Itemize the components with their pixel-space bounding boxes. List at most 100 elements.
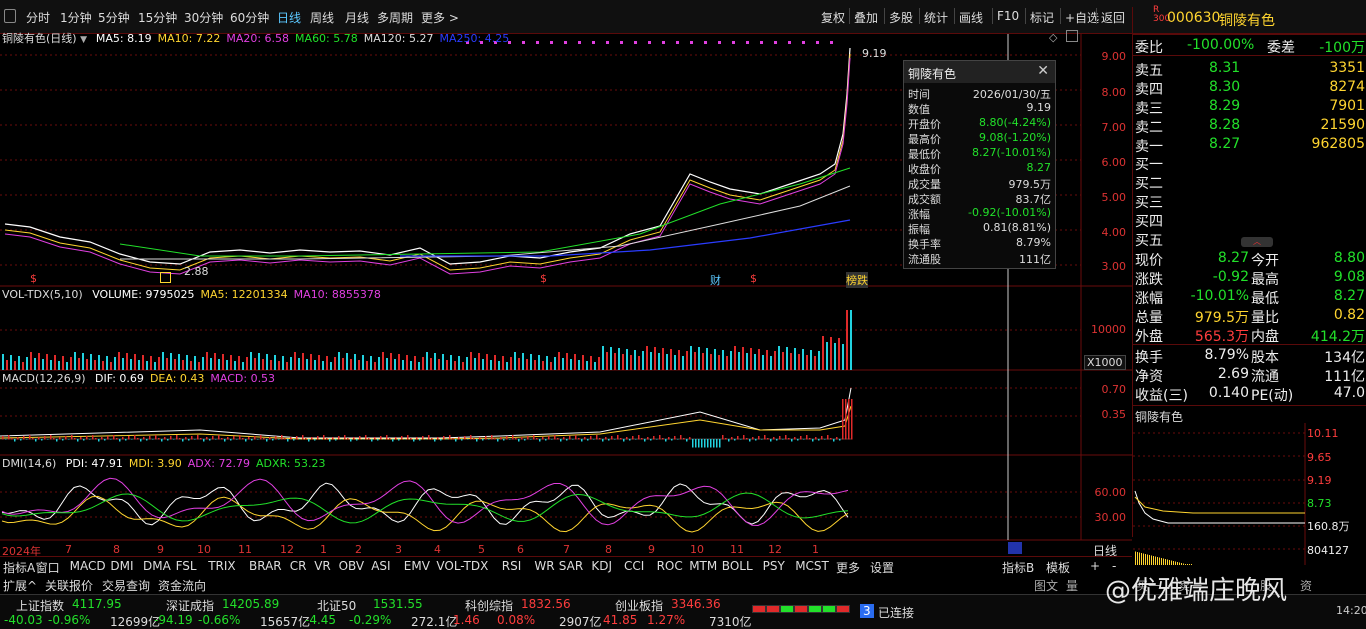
indicator-tab-5[interactable]: FSL	[176, 559, 197, 573]
indicator-tab-18[interactable]: CCI	[624, 559, 644, 573]
macd-bar	[746, 438, 748, 440]
indicator-tab-23[interactable]: MCST	[795, 559, 829, 573]
macd-bar	[446, 439, 448, 440]
period-tab-1[interactable]: 1分钟	[60, 9, 92, 26]
event-marker[interactable]: $	[30, 272, 37, 285]
macd-bar	[2, 436, 4, 440]
connection-status[interactable]: 已连接	[878, 604, 914, 621]
indicator-right-2[interactable]: +	[1090, 559, 1100, 573]
macd-bar	[296, 436, 298, 440]
bid-row[interactable]: 买二	[1133, 172, 1366, 192]
indicator-right-0[interactable]: 指标B	[1002, 559, 1034, 576]
index-name[interactable]: 创业板指	[615, 597, 663, 614]
scroll-marker[interactable]	[1008, 542, 1022, 554]
indicator-tab-17[interactable]: KDJ	[591, 559, 612, 573]
indicator-tab-15[interactable]: WR	[534, 559, 554, 573]
period-tab-7[interactable]: 周线	[310, 9, 334, 26]
chart-area[interactable]: 铜陵有色(日线) ▼ MA5: 8.19 MA10: 7.22 MA20: 6.58…	[0, 30, 1132, 558]
event-marker[interactable]: $	[540, 272, 547, 285]
ext-right-tab-0[interactable]: 图文	[1034, 577, 1058, 594]
toolbar-button-3[interactable]: 统计	[924, 9, 948, 26]
collapse-icon[interactable]	[1066, 30, 1078, 42]
ext-right-tab-5[interactable]: 资	[1300, 577, 1312, 594]
indicator-tab-8[interactable]: CR	[290, 559, 307, 573]
dropdown-icon[interactable]: ▼	[80, 35, 90, 45]
indicator-tab-12[interactable]: EMV	[404, 559, 430, 573]
macd-bar	[761, 439, 763, 440]
period-tab-9[interactable]: 多周期	[377, 9, 413, 26]
period-tab-8[interactable]: 月线	[345, 9, 369, 26]
note-icon[interactable]	[160, 272, 171, 283]
period-tab-5[interactable]: 60分钟	[230, 9, 269, 26]
ask-row[interactable]: 卖五 8.31 3351	[1133, 59, 1366, 79]
volume-bar	[758, 349, 760, 370]
toolbar-button-2[interactable]: 多股	[889, 9, 913, 26]
volume-bar	[78, 358, 80, 370]
bid-row[interactable]: 买四	[1133, 210, 1366, 230]
menu-icon[interactable]	[4, 9, 16, 23]
ext-tab-3[interactable]: 资金流向	[158, 577, 206, 594]
indicator-tab-21[interactable]: BOLL	[722, 559, 753, 573]
ext-tab-0[interactable]: 扩展^	[3, 577, 37, 594]
period-tab-3[interactable]: 15分钟	[138, 9, 177, 26]
indicator-right-1[interactable]: 模板	[1046, 559, 1070, 576]
toolbar-button-6[interactable]: 标记	[1030, 9, 1054, 26]
indicator-tab-25[interactable]: 设置	[870, 559, 894, 576]
indicator-tab-2[interactable]: MACD	[70, 559, 106, 573]
indicator-tab-16[interactable]: SAR	[559, 559, 583, 573]
toolbar-button-0[interactable]: 复权	[821, 9, 845, 26]
indicator-tab-13[interactable]: VOL-TDX	[436, 559, 488, 573]
ext-right-tab-1[interactable]: 量	[1066, 577, 1078, 594]
ask-row[interactable]: 卖三 8.29 7901	[1133, 97, 1366, 117]
bid-row[interactable]: 买三	[1133, 191, 1366, 211]
indicator-tab-22[interactable]: PSY	[763, 559, 785, 573]
indicator-tab-19[interactable]: ROC	[657, 559, 683, 573]
indicator-tab-14[interactable]: RSI	[502, 559, 522, 573]
indicator-tab-11[interactable]: ASI	[371, 559, 390, 573]
indicator-tab-6[interactable]: TRIX	[208, 559, 235, 573]
period-tab-2[interactable]: 5分钟	[98, 9, 130, 26]
index-name[interactable]: 北证50	[317, 597, 356, 614]
ask-price: 8.28	[1209, 117, 1241, 133]
ext-tab-1[interactable]: 关联报价	[45, 577, 93, 594]
ask-row[interactable]: 卖二 8.28 21590	[1133, 116, 1366, 136]
index-name[interactable]: 科创综指	[465, 597, 513, 614]
toolbar-button-5[interactable]: F10	[997, 9, 1019, 23]
period-tab-0[interactable]: 分时	[26, 9, 50, 26]
volume-bar	[330, 362, 332, 370]
close-icon[interactable]: ✕	[1037, 63, 1049, 79]
indicator-tab-24[interactable]: 更多	[836, 559, 860, 576]
event-marker[interactable]: $	[750, 272, 757, 285]
event-marker[interactable]: 榜跌	[846, 272, 868, 288]
bid-row[interactable]: 买一	[1133, 153, 1366, 173]
diamond-icon[interactable]: ◇	[1049, 31, 1057, 44]
indicator-tab-0[interactable]: 指标A	[3, 559, 35, 576]
macd-bar	[500, 437, 502, 440]
ask-row[interactable]: 卖一 8.27 962805	[1133, 135, 1366, 155]
index-name[interactable]: 深证成指	[166, 597, 214, 614]
period-tab-4[interactable]: 30分钟	[184, 9, 223, 26]
toolbar-button-4[interactable]: 画线	[959, 9, 983, 26]
event-marker[interactable]: 财	[710, 272, 721, 288]
period-tab-10[interactable]: 更多 >	[421, 9, 459, 26]
indicator-tab-10[interactable]: OBV	[339, 559, 365, 573]
indicator-tab-3[interactable]: DMI	[110, 559, 133, 573]
indicator-tab-7[interactable]: BRAR	[249, 559, 282, 573]
toolbar-button-7[interactable]: +自选	[1065, 9, 1099, 26]
toolbar-button-1[interactable]: 叠加	[854, 9, 878, 26]
indicator-tab-9[interactable]: VR	[314, 559, 331, 573]
index-name[interactable]: 上证指数	[16, 597, 64, 614]
macd-bar	[545, 439, 547, 441]
ask-row[interactable]: 卖四 8.30 8274	[1133, 78, 1366, 98]
period-tab-6[interactable]: 日线	[277, 9, 301, 26]
indicator-tab-1[interactable]: 窗口	[36, 559, 60, 576]
macd-bar	[380, 436, 382, 440]
indicator-tab-20[interactable]: MTM	[689, 559, 717, 573]
volume-bar	[714, 349, 716, 370]
ext-tab-2[interactable]: 交易查询	[102, 577, 150, 594]
volume-bar	[842, 344, 844, 370]
indicator-tab-4[interactable]: DMA	[143, 559, 171, 573]
toolbar-button-8[interactable]: 返回	[1101, 9, 1125, 26]
expand-button[interactable]: ︿	[1241, 237, 1273, 247]
mini-avg-line	[1134, 496, 1305, 514]
